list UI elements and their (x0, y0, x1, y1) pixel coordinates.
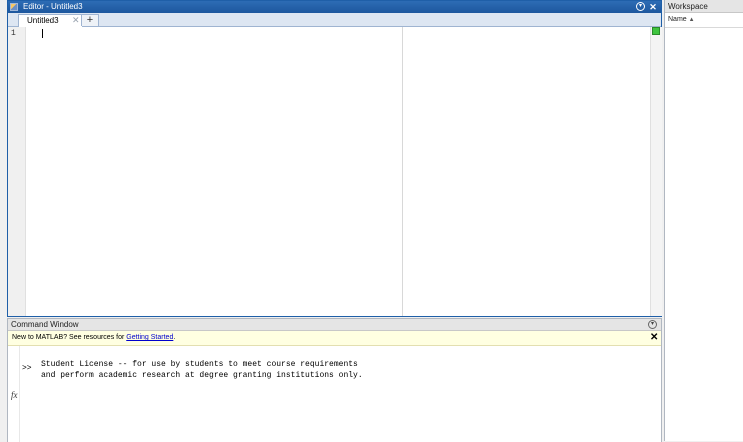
workspace-column-header[interactable]: Name ▲ (665, 13, 743, 28)
tab-close-icon[interactable]: ✕ (72, 15, 80, 26)
tab-untitled3[interactable]: Untitled3 ✕ (18, 14, 83, 27)
panel-menu-icon[interactable]: ▾ (636, 2, 645, 11)
close-icon[interactable]: ✕ (650, 332, 658, 344)
notice-text: New to MATLAB? See resources for Getting… (12, 334, 175, 341)
command-window-title: Command Window (11, 320, 79, 329)
editor-tab-strip: Untitled3 ✕ + (8, 13, 661, 27)
license-text-line: Student License -- for use by students t… (41, 360, 358, 369)
license-text-line: and perform academic research at degree … (41, 371, 363, 380)
right-margin-line (402, 27, 403, 316)
add-tab-button[interactable]: + (81, 14, 99, 26)
command-window-titlebar[interactable]: Command Window ▾ (8, 319, 661, 331)
function-browser-icon[interactable]: fx (11, 390, 18, 400)
command-margin: fx (8, 346, 20, 442)
panel-menu-icon[interactable]: ▾ (648, 320, 657, 329)
tab-label: Untitled3 (27, 16, 59, 25)
workspace-panel: Workspace Name ▲ (664, 0, 743, 441)
command-window: Command Window ▾ New to MATLAB? See reso… (7, 318, 662, 442)
line-number: 1 (11, 29, 16, 38)
name-column-label: Name (668, 16, 687, 23)
sort-ascending-icon: ▲ (688, 17, 695, 23)
close-icon[interactable]: ✕ (648, 1, 658, 13)
editor-app-icon (10, 3, 18, 11)
notice-suffix: . (173, 334, 176, 341)
workspace-title: Workspace (668, 2, 708, 11)
editor-titlebar[interactable]: Editor - Untitled3 ▾ ✕ (8, 1, 661, 13)
text-cursor (42, 29, 43, 38)
line-number-gutter: 1 (8, 27, 26, 316)
editor-scrollbar[interactable] (650, 27, 662, 316)
notice-prefix: New to MATLAB? See resources for (12, 334, 127, 341)
command-output[interactable]: Student License -- for use by students t… (8, 346, 661, 442)
command-prompt[interactable]: >> (22, 364, 32, 373)
workspace-titlebar[interactable]: Workspace (665, 0, 743, 13)
editor-title: Editor - Untitled3 (23, 2, 83, 11)
code-editor-area[interactable] (26, 27, 650, 316)
getting-started-notice: New to MATLAB? See resources for Getting… (8, 331, 661, 346)
name-column-header[interactable]: Name ▲ (668, 16, 695, 23)
getting-started-link[interactable]: Getting Started (126, 334, 173, 341)
editor-panel: Editor - Untitled3 ▾ ✕ Untitled3 ✕ + 1 (7, 0, 662, 317)
status-indicator-icon[interactable] (652, 27, 660, 35)
